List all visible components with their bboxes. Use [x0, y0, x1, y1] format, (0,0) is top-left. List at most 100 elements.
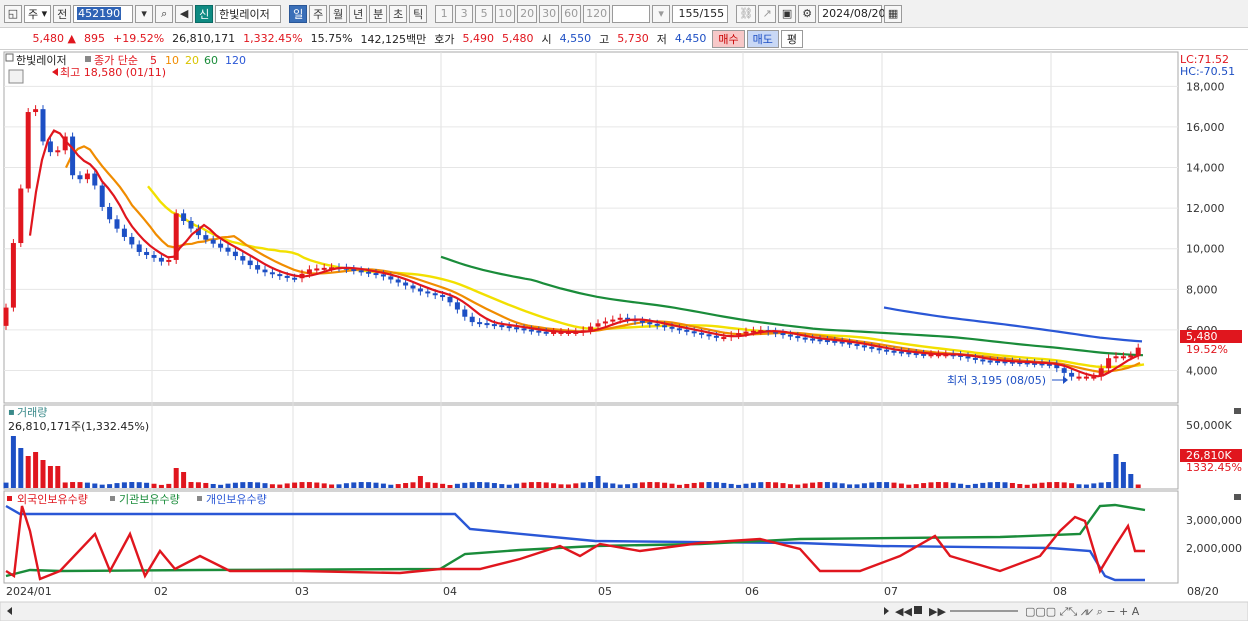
volume-bar-88 — [654, 482, 660, 488]
interval-input[interactable] — [612, 4, 651, 23]
low-value: 4,450 — [674, 32, 707, 45]
volume-panel[interactable] — [3, 404, 1179, 490]
save-icon[interactable]: ▣ — [778, 4, 797, 23]
volume-bar-10 — [77, 482, 83, 488]
candle-body-42 — [314, 268, 320, 271]
open-value: 4,550 — [559, 32, 592, 45]
date-field[interactable]: 2024/08/20 — [818, 4, 886, 23]
buy-button[interactable]: 매수 — [712, 29, 745, 48]
period-second-tab[interactable]: 초 — [389, 4, 408, 23]
period-week-tab[interactable]: 주 — [309, 4, 328, 23]
period-minute-tab[interactable]: 분 — [369, 4, 388, 23]
market-select[interactable]: 주 ▾ — [24, 4, 52, 23]
sell-button[interactable]: 매도 — [746, 29, 779, 48]
period-tick-tab[interactable]: 틱 — [409, 4, 428, 23]
holding-panel-close-icon[interactable] — [1234, 494, 1241, 500]
interval-1[interactable]: 1 — [435, 4, 454, 23]
stock-code-input[interactable]: 452190 — [73, 4, 134, 23]
period-day-tab[interactable]: 일 — [289, 4, 308, 23]
candle-body-65 — [484, 323, 490, 326]
candle-body-41 — [306, 269, 312, 274]
change-value: 895 — [84, 32, 105, 45]
interval-60[interactable]: 60 — [561, 4, 582, 23]
interval-dropdown-icon[interactable]: ▾ — [652, 4, 671, 23]
volume-bar-146 — [1083, 484, 1089, 488]
volume-bar-5 — [40, 460, 46, 488]
forward-icon[interactable]: ▶▶ — [929, 605, 946, 618]
volume-bar-63 — [469, 482, 475, 488]
new-badge: 신 — [195, 4, 214, 23]
stop-icon[interactable] — [914, 606, 922, 614]
period-month-tab[interactable]: 월 — [329, 4, 348, 23]
candle-body-81 — [602, 321, 608, 324]
grid-toggle-icon[interactable] — [8, 69, 24, 84]
code-dropdown-icon[interactable]: ▾ — [135, 4, 154, 23]
candle-body-29 — [218, 243, 224, 248]
volume-bar-90 — [669, 483, 675, 488]
volume-bar-151 — [1120, 462, 1126, 488]
rewind-icon[interactable]: ◀◀ — [895, 605, 912, 618]
interval-120[interactable]: 120 — [583, 4, 611, 23]
interval-10[interactable]: 10 — [495, 4, 516, 23]
price-tick-3: 12,000 — [1186, 202, 1225, 215]
candle-body-53 — [395, 279, 401, 283]
candle-body-107 — [795, 336, 801, 339]
price-value: 5,480 — [32, 32, 65, 45]
price-panel[interactable] — [3, 51, 1179, 404]
interval-30[interactable]: 30 — [539, 4, 560, 23]
interval-20[interactable]: 20 — [517, 4, 538, 23]
speaker-icon[interactable]: ◀ — [175, 4, 194, 23]
volume-bar-83 — [617, 484, 623, 488]
volume-bar-45 — [336, 484, 342, 488]
candle-body-25 — [188, 220, 194, 229]
avg-button[interactable]: 평 — [780, 29, 804, 48]
volume-bar-117 — [869, 482, 875, 488]
volume-bar-126 — [935, 482, 941, 488]
gear-icon[interactable]: ⚙ — [798, 4, 817, 23]
search-icon[interactable]: ⌕ — [155, 4, 174, 23]
price-tick-1: 16,000 — [1186, 121, 1225, 134]
prev-button[interactable]: 전 — [53, 4, 72, 23]
period-year-tab[interactable]: 년 — [349, 4, 368, 23]
chart-tools-icon[interactable]: ▢▢▢ ⤢⤡ ⩘⩗ ⌕ − + A — [1025, 605, 1140, 618]
volume-bar-3 — [25, 456, 31, 488]
volume-bar-66 — [491, 483, 497, 488]
candle-body-7 — [55, 150, 61, 153]
candle-body-11 — [84, 173, 90, 180]
volume-bar-56 — [417, 476, 423, 488]
volume-bar-60 — [447, 484, 453, 488]
volume-bar-92 — [684, 483, 690, 488]
volume-bar-57 — [425, 482, 431, 488]
candle-body-109 — [810, 338, 816, 341]
x-tick-label-0: 2024/01 — [6, 585, 52, 598]
interval-5[interactable]: 5 — [475, 4, 494, 23]
candle-body-34 — [255, 265, 261, 270]
ask-value: 5,490 — [462, 32, 495, 45]
candle-body-93 — [691, 331, 697, 334]
volume-bar-75 — [558, 484, 564, 488]
interval-3[interactable]: 3 — [455, 4, 474, 23]
candle-body-9 — [70, 136, 76, 176]
draw-icon[interactable]: ↗ — [758, 4, 777, 23]
volume-bar-2 — [18, 448, 24, 488]
high-label: 고 — [599, 32, 610, 46]
candle-body-21 — [158, 257, 164, 262]
volume-panel-close-icon[interactable] — [1234, 408, 1241, 414]
volume-bar-30 — [225, 483, 231, 488]
chart-canvas[interactable]: 한빛레이저 종가 단순 5 10 20 60 120 LC:71.52 HC:-… — [0, 51, 1248, 621]
volume-bar-78 — [580, 482, 586, 488]
window-icon[interactable]: ◱ — [4, 4, 22, 23]
legend-ma10: 10 — [165, 54, 179, 67]
candle-body-58 — [432, 293, 438, 296]
calendar-icon[interactable]: ▦ — [884, 4, 903, 23]
volume-bar-43 — [321, 483, 327, 488]
legend-individual: 개인보유수량 — [206, 493, 267, 506]
volume-bar-58 — [432, 482, 438, 488]
open-label: 시 — [541, 32, 552, 46]
current-price: 5,480 ▲ — [32, 32, 76, 45]
candle-body-2 — [18, 188, 24, 244]
link-icon[interactable]: ⛓ — [736, 4, 757, 23]
volume-bar-7 — [55, 466, 61, 488]
count-field[interactable]: 155/155 — [672, 4, 729, 23]
volume-bar-115 — [854, 484, 860, 488]
